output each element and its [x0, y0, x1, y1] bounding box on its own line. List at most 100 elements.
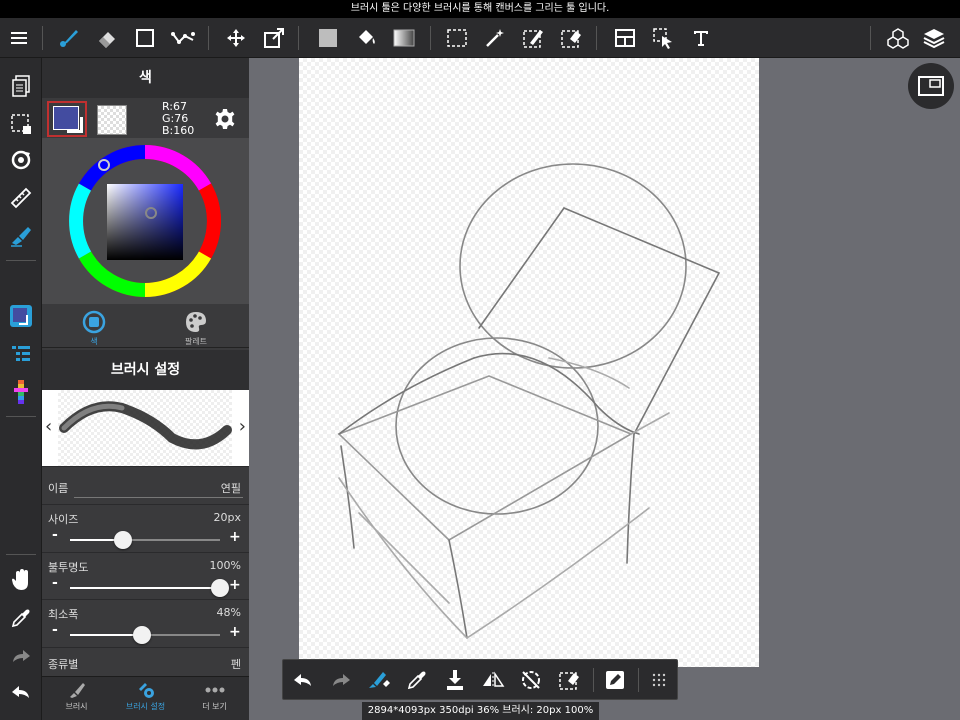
gear-icon[interactable]: [214, 108, 236, 134]
selection-layer-icon[interactable]: [7, 110, 35, 138]
size-label: 사이즈: [48, 513, 79, 526]
background-color-swatch[interactable]: [97, 105, 127, 135]
eyedropper-icon[interactable]: [403, 666, 431, 694]
panel-bottom-tabs: 브러시 브러시 설정 더 보기: [42, 676, 249, 720]
menu-icon[interactable]: [5, 24, 33, 52]
opacity-slider[interactable]: [70, 579, 229, 597]
color-panel-icon[interactable]: [7, 302, 35, 330]
brush-edit-icon[interactable]: [7, 222, 35, 250]
operation-tool-icon[interactable]: [649, 24, 677, 52]
transform-tool-icon[interactable]: [260, 24, 288, 52]
tab-more[interactable]: 더 보기: [180, 681, 249, 712]
name-value: 연필: [220, 482, 241, 495]
top-toolbar: [0, 18, 960, 58]
eyedropper-icon[interactable]: [7, 604, 35, 632]
select-eraser-icon[interactable]: [557, 24, 585, 52]
min-width-label: 최소폭: [48, 608, 79, 621]
tab-brush-settings[interactable]: 브러시 설정: [111, 681, 180, 712]
color-panel-title: 색: [42, 58, 249, 98]
edit-window-icon[interactable]: [601, 666, 629, 694]
min-width-minus-button[interactable]: -: [52, 622, 58, 638]
tab-brush-settings-label: 브러시 설정: [125, 702, 166, 711]
min-width-value: 48%: [216, 606, 241, 619]
opacity-row: 불투명도 100% - +: [42, 552, 249, 599]
type-value: 펜: [230, 658, 241, 671]
undo-icon[interactable]: [7, 678, 35, 706]
ruler-icon[interactable]: [7, 184, 35, 212]
redo-icon[interactable]: [7, 642, 35, 670]
hand-tool-icon[interactable]: [7, 566, 35, 594]
chevron-right-icon[interactable]: ›: [239, 416, 246, 437]
undo-icon[interactable]: [289, 666, 317, 694]
type-label: 종류별: [48, 658, 79, 671]
color-wheel-area: [42, 138, 249, 304]
size-value: 20px: [213, 511, 242, 524]
drawing-canvas[interactable]: [299, 58, 759, 667]
eraser-tool-icon[interactable]: [93, 24, 121, 52]
color-tabs: 색 팔레트: [42, 306, 249, 348]
side-panel: 색 R:67 G:76 B:160 색 팔레트 브러시 설정 ‹ › 이름 연필…: [42, 58, 249, 720]
opacity-value: 100%: [209, 559, 241, 572]
save-download-icon[interactable]: [441, 666, 469, 694]
bucket-tool-icon[interactable]: [352, 24, 380, 52]
bottom-toolbar: [282, 659, 678, 700]
tab-brush[interactable]: 브러시: [42, 681, 111, 712]
rgb-b-value: B:160: [162, 124, 195, 137]
opacity-minus-button[interactable]: -: [52, 575, 58, 591]
material-icon[interactable]: [884, 24, 912, 52]
window-mode-button[interactable]: [908, 63, 954, 109]
min-width-slider[interactable]: [70, 626, 220, 644]
size-row: 사이즈 20px - +: [42, 504, 249, 552]
type-row[interactable]: 종류별 펜: [42, 647, 249, 676]
rotate-canvas-icon[interactable]: [7, 146, 35, 174]
tab-more-label: 더 보기: [202, 702, 227, 711]
tab-palette[interactable]: 팔레트: [146, 306, 246, 348]
page-manager-icon[interactable]: [7, 72, 35, 100]
foreground-color-swatch[interactable]: [47, 101, 87, 137]
shape-tool-icon[interactable]: [131, 24, 159, 52]
grid-menu-icon[interactable]: [645, 666, 673, 694]
clear-layer-icon[interactable]: [555, 666, 583, 694]
color-swatch-row: R:67 G:76 B:160: [42, 100, 249, 138]
name-label: 이름: [48, 482, 69, 495]
rotate-reset-icon[interactable]: [517, 666, 545, 694]
frame-tool-icon[interactable]: [611, 24, 639, 52]
min-width-slider-knob[interactable]: [133, 626, 151, 644]
window-icon: [918, 76, 944, 96]
color-history-icon[interactable]: [7, 378, 35, 406]
min-width-plus-button[interactable]: +: [229, 624, 241, 640]
size-slider[interactable]: [70, 531, 220, 549]
opacity-slider-knob[interactable]: [211, 579, 229, 597]
min-width-row: 최소폭 48% - +: [42, 599, 249, 647]
size-minus-button[interactable]: -: [52, 527, 58, 543]
select-rect-icon[interactable]: [443, 24, 471, 52]
stroke-tool-icon[interactable]: [169, 24, 197, 52]
layers-icon[interactable]: [920, 24, 948, 52]
brush-tool-icon[interactable]: [55, 24, 83, 52]
brush-eraser-toggle-icon[interactable]: [365, 666, 393, 694]
tab-palette-label: 팔레트: [184, 337, 208, 346]
fill-color-icon[interactable]: [314, 24, 342, 52]
chevron-left-icon[interactable]: ‹: [45, 416, 52, 437]
tip-bar: 브러시 툴은 다양한 브러시를 통해 캔버스를 그리는 툴 입니다.: [0, 0, 960, 18]
redo-icon[interactable]: [327, 666, 355, 694]
layer-list-icon[interactable]: [7, 340, 35, 368]
opacity-plus-button[interactable]: +: [229, 577, 241, 593]
gradient-tool-icon[interactable]: [390, 24, 418, 52]
move-tool-icon[interactable]: [222, 24, 250, 52]
brush-name-row[interactable]: 이름 연필: [42, 466, 249, 504]
flip-horizontal-icon[interactable]: [479, 666, 507, 694]
tab-brush-label: 브러시: [65, 702, 88, 711]
color-wheel[interactable]: [42, 138, 249, 304]
select-pen-icon[interactable]: [519, 24, 547, 52]
size-plus-button[interactable]: +: [229, 529, 241, 545]
magic-wand-icon[interactable]: [481, 24, 509, 52]
size-slider-knob[interactable]: [114, 531, 132, 549]
left-toolbar: [0, 58, 42, 720]
opacity-label: 불투명도: [48, 561, 89, 574]
text-tool-icon[interactable]: [687, 24, 715, 52]
tab-color-label: 색: [90, 337, 98, 346]
canvas-sketch: [337, 163, 721, 640]
brush-preview: ‹ ›: [42, 390, 249, 466]
tab-color[interactable]: 색: [44, 306, 144, 348]
